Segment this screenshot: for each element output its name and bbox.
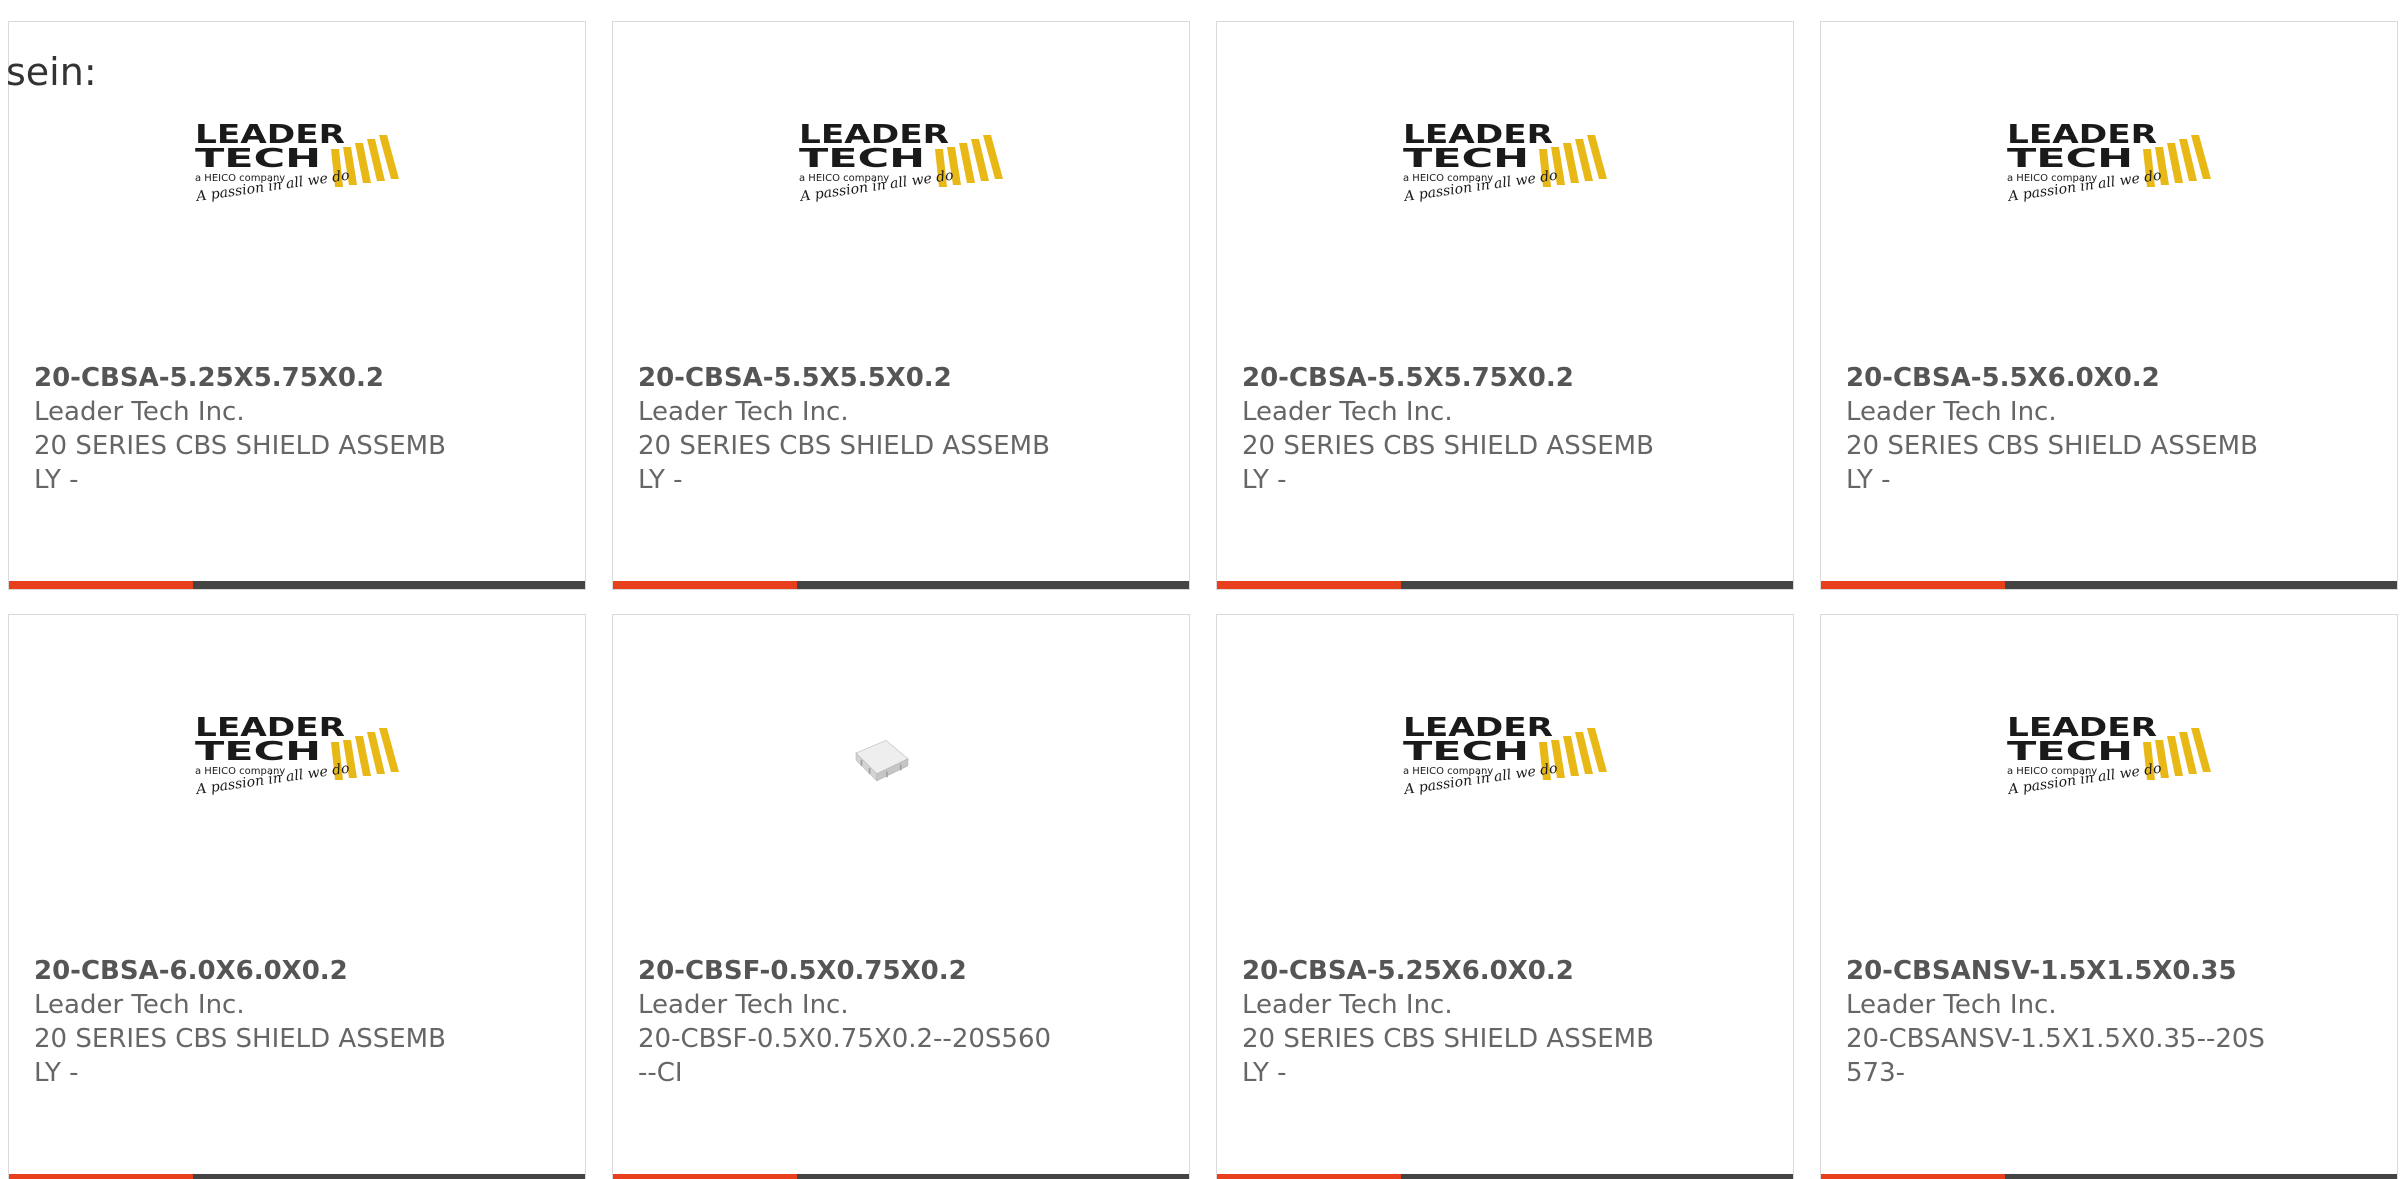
card-footer-bar [1821,581,2397,589]
leader-tech-logo: LEADER TECH a HEICO company A passion in… [193,120,399,205]
logo-line2: TECH [2007,737,2133,767]
logo-line2: TECH [195,144,321,174]
product-description: 20-CBSANSV-1.5X1.5X0.35--20S573- [1846,1024,2265,1088]
card-footer-bar [9,1174,585,1179]
manufacturer-name: Leader Tech Inc. [1846,990,2057,1020]
manufacturer-name: Leader Tech Inc. [34,990,245,1020]
product-info: 20-CBSANSV-1.5X1.5X0.35 Leader Tech Inc.… [1846,954,2266,1090]
product-grid: LEADER TECH a HEICO company A passion in… [8,21,2400,1179]
product-image[interactable]: LEADER TECH a HEICO company A passion in… [1821,615,2397,915]
card-accent-bar [9,1174,193,1179]
part-number[interactable]: 20-CBSA-5.5X5.75X0.2 [1242,361,1662,395]
logo-line2: TECH [1403,144,1529,174]
card-accent-bar [9,581,193,589]
product-card[interactable]: LEADER TECH a HEICO company A passion in… [612,21,1190,590]
product-info: 20-CBSF-0.5X0.75X0.2 Leader Tech Inc. 20… [638,954,1058,1090]
product-card[interactable]: 20-CBSF-0.5X0.75X0.2 Leader Tech Inc. 20… [612,614,1190,1179]
leader-tech-logo: LEADER TECH a HEICO company A passion in… [193,713,399,798]
product-image[interactable] [613,615,1189,915]
product-image[interactable]: LEADER TECH a HEICO company A passion in… [1217,22,1793,322]
product-card[interactable]: LEADER TECH a HEICO company A passion in… [8,614,586,1179]
logo-line2: TECH [2007,144,2133,174]
product-image[interactable]: LEADER TECH a HEICO company A passion in… [613,22,1189,322]
product-description: 20 SERIES CBS SHIELD ASSEMBLY - [1242,431,1654,495]
product-description: 20 SERIES CBS SHIELD ASSEMBLY - [638,431,1050,495]
part-number[interactable]: 20-CBSANSV-1.5X1.5X0.35 [1846,954,2266,988]
product-description: 20 SERIES CBS SHIELD ASSEMBLY - [1846,431,2258,495]
card-footer-bar [1821,1174,2397,1179]
product-info: 20-CBSA-5.5X5.5X0.2 Leader Tech Inc. 20 … [638,361,1058,497]
part-number[interactable]: 20-CBSF-0.5X0.75X0.2 [638,954,1058,988]
card-accent-bar [1217,1174,1401,1179]
card-footer-bar [613,1174,1189,1179]
manufacturer-name: Leader Tech Inc. [34,397,245,427]
manufacturer-name: Leader Tech Inc. [1242,397,1453,427]
card-accent-bar [613,1174,797,1179]
product-image[interactable]: LEADER TECH a HEICO company A passion in… [1217,615,1793,915]
part-number[interactable]: 20-CBSA-5.5X5.5X0.2 [638,361,1058,395]
manufacturer-name: Leader Tech Inc. [1846,397,2057,427]
card-accent-bar [1821,581,2005,589]
product-description: 20 SERIES CBS SHIELD ASSEMBLY - [34,1024,446,1088]
product-info: 20-CBSA-6.0X6.0X0.2 Leader Tech Inc. 20 … [34,954,454,1090]
part-number[interactable]: 20-CBSA-5.25X6.0X0.2 [1242,954,1662,988]
product-info: 20-CBSA-5.25X6.0X0.2 Leader Tech Inc. 20… [1242,954,1662,1090]
leader-tech-logo: LEADER TECH a HEICO company A passion in… [2005,120,2211,205]
product-info: 20-CBSA-5.5X5.75X0.2 Leader Tech Inc. 20… [1242,361,1662,497]
product-info: 20-CBSA-5.5X6.0X0.2 Leader Tech Inc. 20 … [1846,361,2266,497]
card-footer-bar [613,581,1189,589]
product-card[interactable]: LEADER TECH a HEICO company A passion in… [1216,614,1794,1179]
lead-text: sein: [6,50,97,94]
card-accent-bar [1821,1174,2005,1179]
product-description: 20-CBSF-0.5X0.75X0.2--20S560--CI [638,1024,1052,1088]
leader-tech-logo: LEADER TECH a HEICO company A passion in… [2005,713,2211,798]
product-image[interactable]: LEADER TECH a HEICO company A passion in… [1821,22,2397,322]
product-card[interactable]: LEADER TECH a HEICO company A passion in… [8,21,586,590]
product-description: 20 SERIES CBS SHIELD ASSEMBLY - [34,431,446,495]
logo-line2: TECH [799,144,925,174]
part-number[interactable]: 20-CBSA-5.5X6.0X0.2 [1846,361,2266,395]
card-footer-bar [9,581,585,589]
product-description: 20 SERIES CBS SHIELD ASSEMBLY - [1242,1024,1654,1088]
part-number[interactable]: 20-CBSA-5.25X5.75X0.2 [34,361,454,395]
leader-tech-logo: LEADER TECH a HEICO company A passion in… [1401,120,1607,205]
product-card[interactable]: LEADER TECH a HEICO company A passion in… [1216,21,1794,590]
card-footer-bar [1217,581,1793,589]
leader-tech-logo: LEADER TECH a HEICO company A passion in… [1401,713,1607,798]
part-number[interactable]: 20-CBSA-6.0X6.0X0.2 [34,954,454,988]
card-accent-bar [1217,581,1401,589]
manufacturer-name: Leader Tech Inc. [1242,990,1453,1020]
product-image[interactable]: LEADER TECH a HEICO company A passion in… [9,615,585,915]
shield-photo [855,740,909,782]
leader-tech-logo: LEADER TECH a HEICO company A passion in… [797,120,1003,205]
logo-line2: TECH [1403,737,1529,767]
manufacturer-name: Leader Tech Inc. [638,397,849,427]
card-footer-bar [1217,1174,1793,1179]
product-card[interactable]: LEADER TECH a HEICO company A passion in… [1820,614,2398,1179]
product-info: 20-CBSA-5.25X5.75X0.2 Leader Tech Inc. 2… [34,361,454,497]
manufacturer-name: Leader Tech Inc. [638,990,849,1020]
product-listing-page: sein: LEADER TECH a HEICO company A pass… [0,0,2400,1179]
card-accent-bar [613,581,797,589]
logo-line2: TECH [195,737,321,767]
product-card[interactable]: LEADER TECH a HEICO company A passion in… [1820,21,2398,590]
